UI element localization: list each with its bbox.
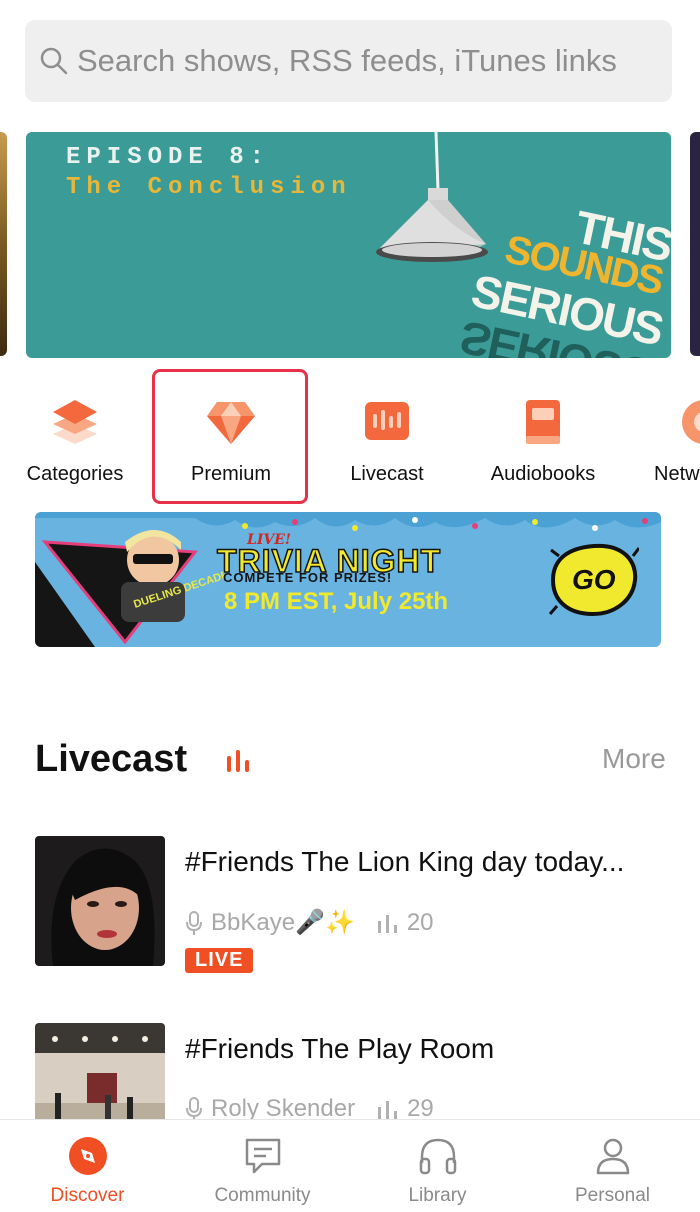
- hero-banner[interactable]: EPISODE 8: The Conclusion THIS SOUNDS SE…: [26, 132, 671, 358]
- tab-label: Community: [214, 1185, 311, 1206]
- more-link[interactable]: More: [602, 743, 666, 775]
- search-icon: [40, 47, 68, 75]
- search-input[interactable]: [77, 43, 657, 79]
- carousel-next-slide[interactable]: [690, 132, 700, 356]
- livecast-meta: BbKaye🎤✨ 20: [185, 908, 434, 937]
- livecast-item[interactable]: #Friends The Lion King day today... BbKa…: [35, 836, 675, 973]
- live-audio-icon: [365, 402, 409, 440]
- listeners-bars-icon: [378, 1101, 398, 1119]
- tab-label: Discover: [50, 1185, 125, 1206]
- search-bar[interactable]: [25, 20, 672, 102]
- livecast-item[interactable]: #Friends The Play Room Roly Skender 29: [35, 1023, 675, 1153]
- livecast-thumbnail: [35, 836, 165, 966]
- headphones-icon: [419, 1138, 456, 1175]
- listener-count: 20: [377, 909, 434, 937]
- live-badge: LIVE: [185, 948, 254, 973]
- quick-item-label: Audiobooks: [490, 463, 596, 485]
- quick-item-label: Netw: [654, 463, 700, 485]
- hero-episode-label: EPISODE 8:: [66, 144, 271, 171]
- bottom-tab-bar: Discover Community Library Personal: [0, 1119, 700, 1212]
- premium-highlight-box: [152, 369, 308, 504]
- tab-community[interactable]: Community: [175, 1120, 350, 1212]
- quick-item-label: Categories: [26, 463, 124, 485]
- globe-icon: [682, 400, 700, 444]
- quick-item-label: Livecast: [350, 463, 424, 485]
- livecast-host: BbKaye🎤✨: [211, 909, 355, 936]
- tab-label: Library: [408, 1185, 467, 1206]
- tab-discover[interactable]: Discover: [0, 1120, 175, 1212]
- livecast-title: #Friends The Play Room: [185, 1033, 495, 1064]
- quick-menu: Categories Premium Livecast Audiobooks N…: [0, 372, 700, 504]
- trivia-ad-banner[interactable]: DUELING DECADES LIVE! TRIVIA NIGHT COMPE…: [35, 512, 661, 647]
- trivia-subtitle: COMPETE FOR PRIZES!: [223, 570, 393, 585]
- listener-count-value: 20: [406, 908, 434, 936]
- tab-label: Personal: [575, 1185, 650, 1206]
- livecast-title: #Friends The Lion King day today...: [185, 846, 625, 877]
- show-logo: THIS SOUNDS SERIOUS SERIOUS: [436, 177, 671, 358]
- dueling-decades-logo: DUELING DECADES: [35, 530, 225, 647]
- trivia-date: 8 PM EST, July 25th: [224, 588, 449, 615]
- layers-icon: [53, 400, 97, 444]
- carousel-prev-slide[interactable]: [0, 132, 7, 356]
- quick-item-audiobooks[interactable]: Audiobooks: [468, 372, 618, 504]
- listeners-bars-icon: [377, 914, 397, 933]
- chat-icon: [245, 1138, 280, 1174]
- quick-item-network[interactable]: Netw: [624, 372, 700, 504]
- quick-item-livecast[interactable]: Livecast: [312, 372, 462, 504]
- section-title-livecast: Livecast: [35, 738, 188, 780]
- tab-personal[interactable]: Personal: [525, 1120, 700, 1212]
- compass-icon: [68, 1137, 107, 1175]
- quick-item-categories[interactable]: Categories: [0, 372, 150, 504]
- live-bars-icon: [227, 750, 249, 772]
- book-icon: [526, 400, 560, 444]
- tab-library[interactable]: Library: [350, 1120, 525, 1212]
- person-icon: [596, 1138, 629, 1175]
- hero-episode-title: The Conclusion: [66, 174, 352, 201]
- go-button-label: GO: [572, 564, 616, 595]
- microphone-icon: [186, 910, 202, 935]
